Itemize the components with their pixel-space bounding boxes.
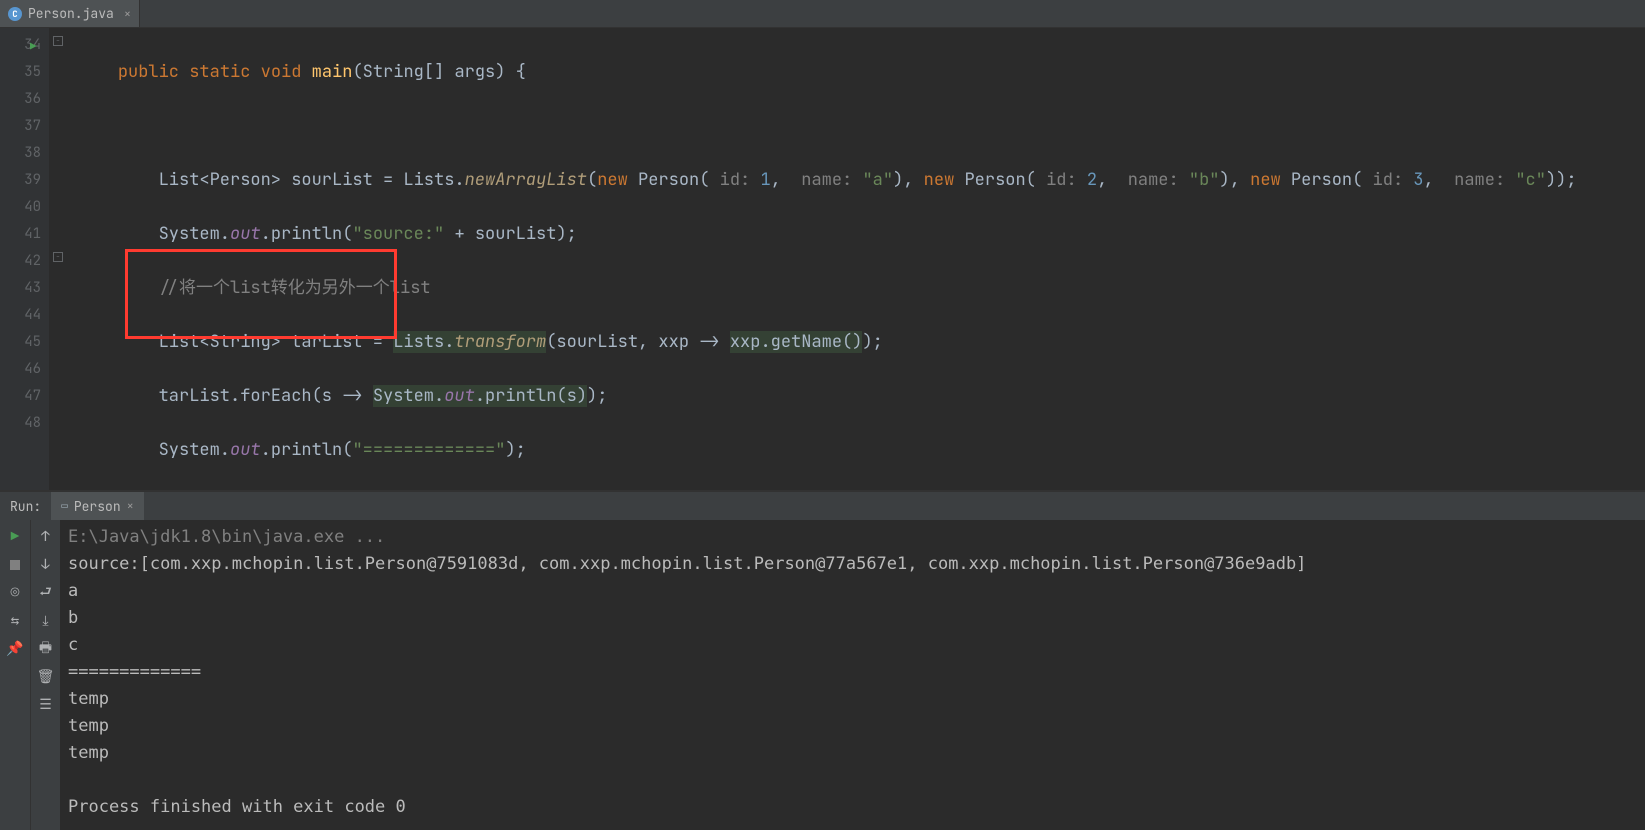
run-tab-label: Person: [74, 498, 121, 515]
soft-wrap-button[interactable]: ⮐: [37, 584, 55, 602]
close-icon[interactable]: ×: [127, 498, 134, 514]
scroll-to-end-button[interactable]: ⤓: [37, 612, 55, 630]
clear-button[interactable]: 🗑: [37, 668, 55, 686]
console-line: temp: [68, 743, 109, 763]
line-number: 36: [0, 86, 41, 113]
console-line: =============: [68, 662, 201, 682]
code-line: System.out.println("=============");: [69, 437, 1645, 464]
up-icon[interactable]: ↑: [37, 528, 55, 546]
console-line: Process finished with exit code 0: [68, 797, 406, 817]
run-panel: Run: ▭ Person × ▶ ◎ ⇆ 📌 ↑ ↓ ⮐ ⤓ 🖶 🗑 ☰ E:…: [0, 490, 1645, 830]
line-number: 43: [0, 275, 41, 302]
tab-person-java[interactable]: C Person.java ×: [0, 0, 140, 27]
close-icon[interactable]: ×: [124, 6, 131, 22]
code-area[interactable]: public static void main(String[] args) {…: [69, 28, 1645, 490]
run-panel-body: ▶ ◎ ⇆ 📌 ↑ ↓ ⮐ ⤓ 🖶 🗑 ☰ E:\Java\jdk1.8\bin…: [0, 520, 1645, 830]
tab-label: Person.java: [28, 5, 114, 22]
console-command: E:\Java\jdk1.8\bin\java.exe ...: [68, 527, 385, 547]
code-line: tarList.forEach(s -> System.out.println(…: [69, 383, 1645, 410]
run-config-icon: ▭: [61, 499, 68, 513]
console-line: a: [68, 581, 78, 601]
line-number: 38: [0, 140, 41, 167]
run-panel-header: Run: ▭ Person ×: [0, 492, 1645, 520]
rerun-button[interactable]: ▶: [6, 528, 24, 546]
line-number: 45: [0, 329, 41, 356]
console-line: source:[com.xxp.mchopin.list.Person@7591…: [68, 554, 1306, 574]
run-panel-label: Run:: [0, 498, 51, 515]
filter-button[interactable]: ☰: [37, 696, 55, 714]
console-line: b: [68, 608, 78, 628]
code-line: [69, 113, 1645, 140]
line-number: 40: [0, 194, 41, 221]
java-class-icon: C: [8, 7, 22, 21]
line-number: 35: [0, 59, 41, 86]
layout-button[interactable]: ⇆: [6, 612, 24, 630]
print-button[interactable]: 🖶: [37, 640, 55, 658]
line-number: 46: [0, 356, 41, 383]
line-number: 41: [0, 221, 41, 248]
line-number: 44: [0, 302, 41, 329]
line-number: 47: [0, 383, 41, 410]
dump-threads-button[interactable]: ◎: [6, 584, 24, 602]
code-line: //将一个list转化为另外一个list: [69, 275, 1645, 302]
line-number: 42: [0, 248, 41, 275]
code-line: System.out.println("source:" + sourList)…: [69, 221, 1645, 248]
fold-toggle-icon[interactable]: −: [53, 252, 63, 262]
code-line: List<Person> sourList = Lists.newArrayLi…: [69, 167, 1645, 194]
console-line: temp: [68, 689, 109, 709]
line-number: 37: [0, 113, 41, 140]
stop-button[interactable]: [6, 556, 24, 574]
run-tab-person[interactable]: ▭ Person ×: [51, 492, 144, 520]
line-number-gutter: ▶ 34 35 36 37 38 39 40 41 42 43 44 45 46…: [0, 28, 49, 490]
run-toolbar-right: ↑ ↓ ⮐ ⤓ 🖶 🗑 ☰: [30, 520, 60, 830]
run-toolbar-left: ▶ ◎ ⇆ 📌: [0, 520, 30, 830]
console-line: temp: [68, 716, 109, 736]
code-line: List<String> tarList = Lists.transform(s…: [69, 329, 1645, 356]
console-output[interactable]: E:\Java\jdk1.8\bin\java.exe ... source:[…: [60, 520, 1645, 830]
code-line: public static void main(String[] args) {: [69, 59, 1645, 86]
code-editor[interactable]: ▶ 34 35 36 37 38 39 40 41 42 43 44 45 46…: [0, 28, 1645, 490]
run-gutter-icon[interactable]: ▶: [30, 34, 37, 61]
fold-toggle-icon[interactable]: −: [53, 36, 63, 46]
console-line: c: [68, 635, 78, 655]
pin-button[interactable]: 📌: [6, 640, 24, 658]
down-icon[interactable]: ↓: [37, 556, 55, 574]
fold-column: − −: [49, 28, 69, 490]
line-number: 39: [0, 167, 41, 194]
line-number: 48: [0, 410, 41, 437]
editor-tab-bar: C Person.java ×: [0, 0, 1645, 28]
